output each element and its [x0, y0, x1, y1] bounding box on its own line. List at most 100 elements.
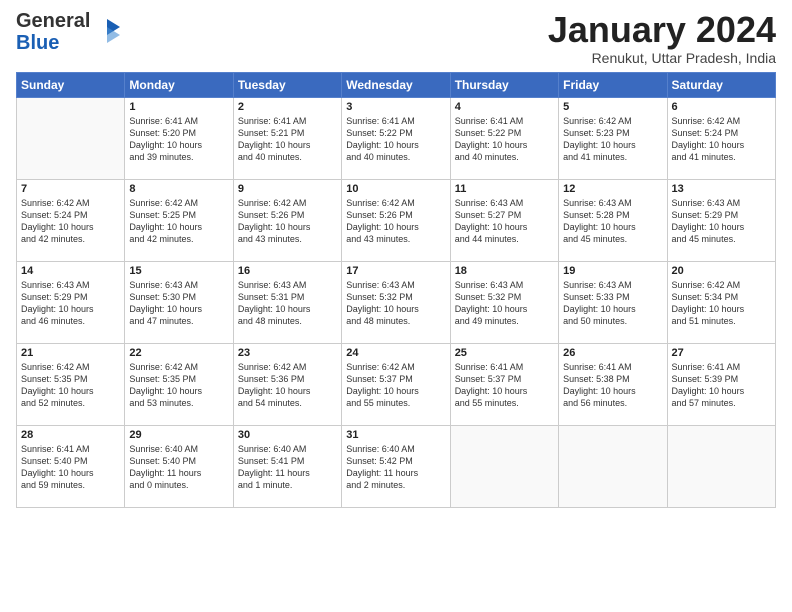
- table-row: 18 Sunrise: 6:43 AM Sunset: 5:32 PM Dayli…: [450, 261, 558, 343]
- table-row: 25Sunrise: 6:41 AM Sunset: 5:37 PM Dayli…: [450, 343, 558, 425]
- logo: General Blue: [16, 10, 122, 54]
- table-row: 28 Sunrise: 6:41 AM Sunset: 5:40 PM Dayli…: [17, 425, 125, 507]
- day-info: Sunrise: 6:43 AM Sunset: 5:33 PM Dayligh…: [563, 279, 662, 328]
- day-number: 24: [346, 347, 445, 359]
- table-row: 7Sunrise: 6:42 AM Sunset: 5:24 PM Daylig…: [17, 179, 125, 261]
- logo-general: General: [16, 10, 90, 32]
- table-row: 30 Sunrise: 6:40 AM Sunset: 5:41 PM Dayli…: [233, 425, 341, 507]
- table-row: 29Sunrise: 6:40 AM Sunset: 5:40 PM Dayli…: [125, 425, 233, 507]
- day-number: 26: [563, 347, 662, 359]
- day-number: 2: [238, 101, 337, 113]
- day-info: Sunrise: 6:43 AM Sunset: 5:32 PM Dayligh…: [455, 279, 554, 328]
- header: General Blue January 2024 Renukut, Uttar…: [16, 10, 776, 66]
- day-info: Sunrise: 6:43 AM Sunset: 5:28 PM Dayligh…: [563, 197, 662, 246]
- day-info: Sunrise: 6:43 AM Sunset: 5:31 PM Dayligh…: [238, 279, 337, 328]
- day-info: Sunrise: 6:41 AM Sunset: 5:22 PM Dayligh…: [346, 115, 445, 164]
- table-row: 9 Sunrise: 6:42 AM Sunset: 5:26 PM Daylig…: [233, 179, 341, 261]
- day-info: Sunrise: 6:41 AM Sunset: 5:20 PM Dayligh…: [129, 115, 228, 164]
- day-info: Sunrise: 6:42 AM Sunset: 5:34 PM Dayligh…: [672, 279, 771, 328]
- day-number: 25: [455, 347, 554, 359]
- table-row: 1 Sunrise: 6:41 AM Sunset: 5:20 PM Daylig…: [125, 97, 233, 179]
- day-number: 31: [346, 429, 445, 441]
- day-number: 20: [672, 265, 771, 277]
- day-number: 23: [238, 347, 337, 359]
- day-number: 13: [672, 183, 771, 195]
- day-info: Sunrise: 6:42 AM Sunset: 5:26 PM Dayligh…: [346, 197, 445, 246]
- day-info: Sunrise: 6:41 AM Sunset: 5:22 PM Dayligh…: [455, 115, 554, 164]
- day-number: 17: [346, 265, 445, 277]
- day-info: Sunrise: 6:42 AM Sunset: 5:35 PM Dayligh…: [129, 361, 228, 410]
- day-info: Sunrise: 6:43 AM Sunset: 5:29 PM Dayligh…: [672, 197, 771, 246]
- table-row: 16Sunrise: 6:43 AM Sunset: 5:31 PM Dayli…: [233, 261, 341, 343]
- day-number: 3: [346, 101, 445, 113]
- day-info: Sunrise: 6:41 AM Sunset: 5:40 PM Dayligh…: [21, 443, 120, 492]
- table-row: 23Sunrise: 6:42 AM Sunset: 5:36 PM Dayli…: [233, 343, 341, 425]
- col-thursday: Thursday: [450, 72, 558, 97]
- table-row: 14 Sunrise: 6:43 AM Sunset: 5:29 PM Dayli…: [17, 261, 125, 343]
- day-number: 30: [238, 429, 337, 441]
- col-sunday: Sunday: [17, 72, 125, 97]
- table-row: 17 Sunrise: 6:43 AM Sunset: 5:32 PM Dayli…: [342, 261, 450, 343]
- calendar-week-row: 7Sunrise: 6:42 AM Sunset: 5:24 PM Daylig…: [17, 179, 776, 261]
- day-number: 10: [346, 183, 445, 195]
- table-row: 12Sunrise: 6:43 AM Sunset: 5:28 PM Dayli…: [559, 179, 667, 261]
- day-number: 6: [672, 101, 771, 113]
- location-subtitle: Renukut, Uttar Pradesh, India: [548, 50, 776, 66]
- day-info: Sunrise: 6:42 AM Sunset: 5:23 PM Dayligh…: [563, 115, 662, 164]
- table-row: 13 Sunrise: 6:43 AM Sunset: 5:29 PM Dayli…: [667, 179, 775, 261]
- day-number: 28: [21, 429, 120, 441]
- day-info: Sunrise: 6:43 AM Sunset: 5:27 PM Dayligh…: [455, 197, 554, 246]
- day-info: Sunrise: 6:42 AM Sunset: 5:37 PM Dayligh…: [346, 361, 445, 410]
- day-info: Sunrise: 6:40 AM Sunset: 5:41 PM Dayligh…: [238, 443, 337, 492]
- calendar-week-row: 14 Sunrise: 6:43 AM Sunset: 5:29 PM Dayli…: [17, 261, 776, 343]
- day-info: Sunrise: 6:42 AM Sunset: 5:26 PM Dayligh…: [238, 197, 337, 246]
- day-info: Sunrise: 6:41 AM Sunset: 5:39 PM Dayligh…: [672, 361, 771, 410]
- table-row: 15Sunrise: 6:43 AM Sunset: 5:30 PM Dayli…: [125, 261, 233, 343]
- day-info: Sunrise: 6:43 AM Sunset: 5:32 PM Dayligh…: [346, 279, 445, 328]
- day-number: 19: [563, 265, 662, 277]
- table-row: 10 Sunrise: 6:42 AM Sunset: 5:26 PM Dayli…: [342, 179, 450, 261]
- table-row: 3 Sunrise: 6:41 AM Sunset: 5:22 PM Daylig…: [342, 97, 450, 179]
- day-number: 5: [563, 101, 662, 113]
- table-row: [17, 97, 125, 179]
- table-row: 31Sunrise: 6:40 AM Sunset: 5:42 PM Dayli…: [342, 425, 450, 507]
- day-number: 29: [129, 429, 228, 441]
- day-number: 11: [455, 183, 554, 195]
- table-row: 26Sunrise: 6:41 AM Sunset: 5:38 PM Dayli…: [559, 343, 667, 425]
- table-row: 22 Sunrise: 6:42 AM Sunset: 5:35 PM Dayli…: [125, 343, 233, 425]
- table-row: 11 Sunrise: 6:43 AM Sunset: 5:27 PM Dayli…: [450, 179, 558, 261]
- day-info: Sunrise: 6:42 AM Sunset: 5:24 PM Dayligh…: [672, 115, 771, 164]
- table-row: 6 Sunrise: 6:42 AM Sunset: 5:24 PM Daylig…: [667, 97, 775, 179]
- table-row: [667, 425, 775, 507]
- calendar-week-row: 28 Sunrise: 6:41 AM Sunset: 5:40 PM Dayli…: [17, 425, 776, 507]
- col-friday: Friday: [559, 72, 667, 97]
- col-tuesday: Tuesday: [233, 72, 341, 97]
- day-number: 18: [455, 265, 554, 277]
- calendar-week-row: 1 Sunrise: 6:41 AM Sunset: 5:20 PM Daylig…: [17, 97, 776, 179]
- day-info: Sunrise: 6:41 AM Sunset: 5:21 PM Dayligh…: [238, 115, 337, 164]
- col-saturday: Saturday: [667, 72, 775, 97]
- table-row: 2 Sunrise: 6:41 AM Sunset: 5:21 PM Daylig…: [233, 97, 341, 179]
- day-info: Sunrise: 6:43 AM Sunset: 5:29 PM Dayligh…: [21, 279, 120, 328]
- day-info: Sunrise: 6:42 AM Sunset: 5:25 PM Dayligh…: [129, 197, 228, 246]
- table-row: 24 Sunrise: 6:42 AM Sunset: 5:37 PM Dayli…: [342, 343, 450, 425]
- col-monday: Monday: [125, 72, 233, 97]
- table-row: 21Sunrise: 6:42 AM Sunset: 5:35 PM Dayli…: [17, 343, 125, 425]
- page: General Blue January 2024 Renukut, Uttar…: [0, 0, 792, 518]
- day-number: 8: [129, 183, 228, 195]
- day-number: 9: [238, 183, 337, 195]
- calendar-header-row: Sunday Monday Tuesday Wednesday Thursday…: [17, 72, 776, 97]
- day-number: 22: [129, 347, 228, 359]
- day-number: 14: [21, 265, 120, 277]
- day-number: 1: [129, 101, 228, 113]
- col-wednesday: Wednesday: [342, 72, 450, 97]
- day-number: 27: [672, 347, 771, 359]
- table-row: 5 Sunrise: 6:42 AM Sunset: 5:23 PM Daylig…: [559, 97, 667, 179]
- logo-blue: Blue: [16, 32, 59, 54]
- logo-flag-icon: [92, 17, 122, 47]
- day-number: 4: [455, 101, 554, 113]
- table-row: 19 Sunrise: 6:43 AM Sunset: 5:33 PM Dayli…: [559, 261, 667, 343]
- table-row: 4 Sunrise: 6:41 AM Sunset: 5:22 PM Daylig…: [450, 97, 558, 179]
- day-number: 7: [21, 183, 120, 195]
- table-row: 27 Sunrise: 6:41 AM Sunset: 5:39 PM Dayli…: [667, 343, 775, 425]
